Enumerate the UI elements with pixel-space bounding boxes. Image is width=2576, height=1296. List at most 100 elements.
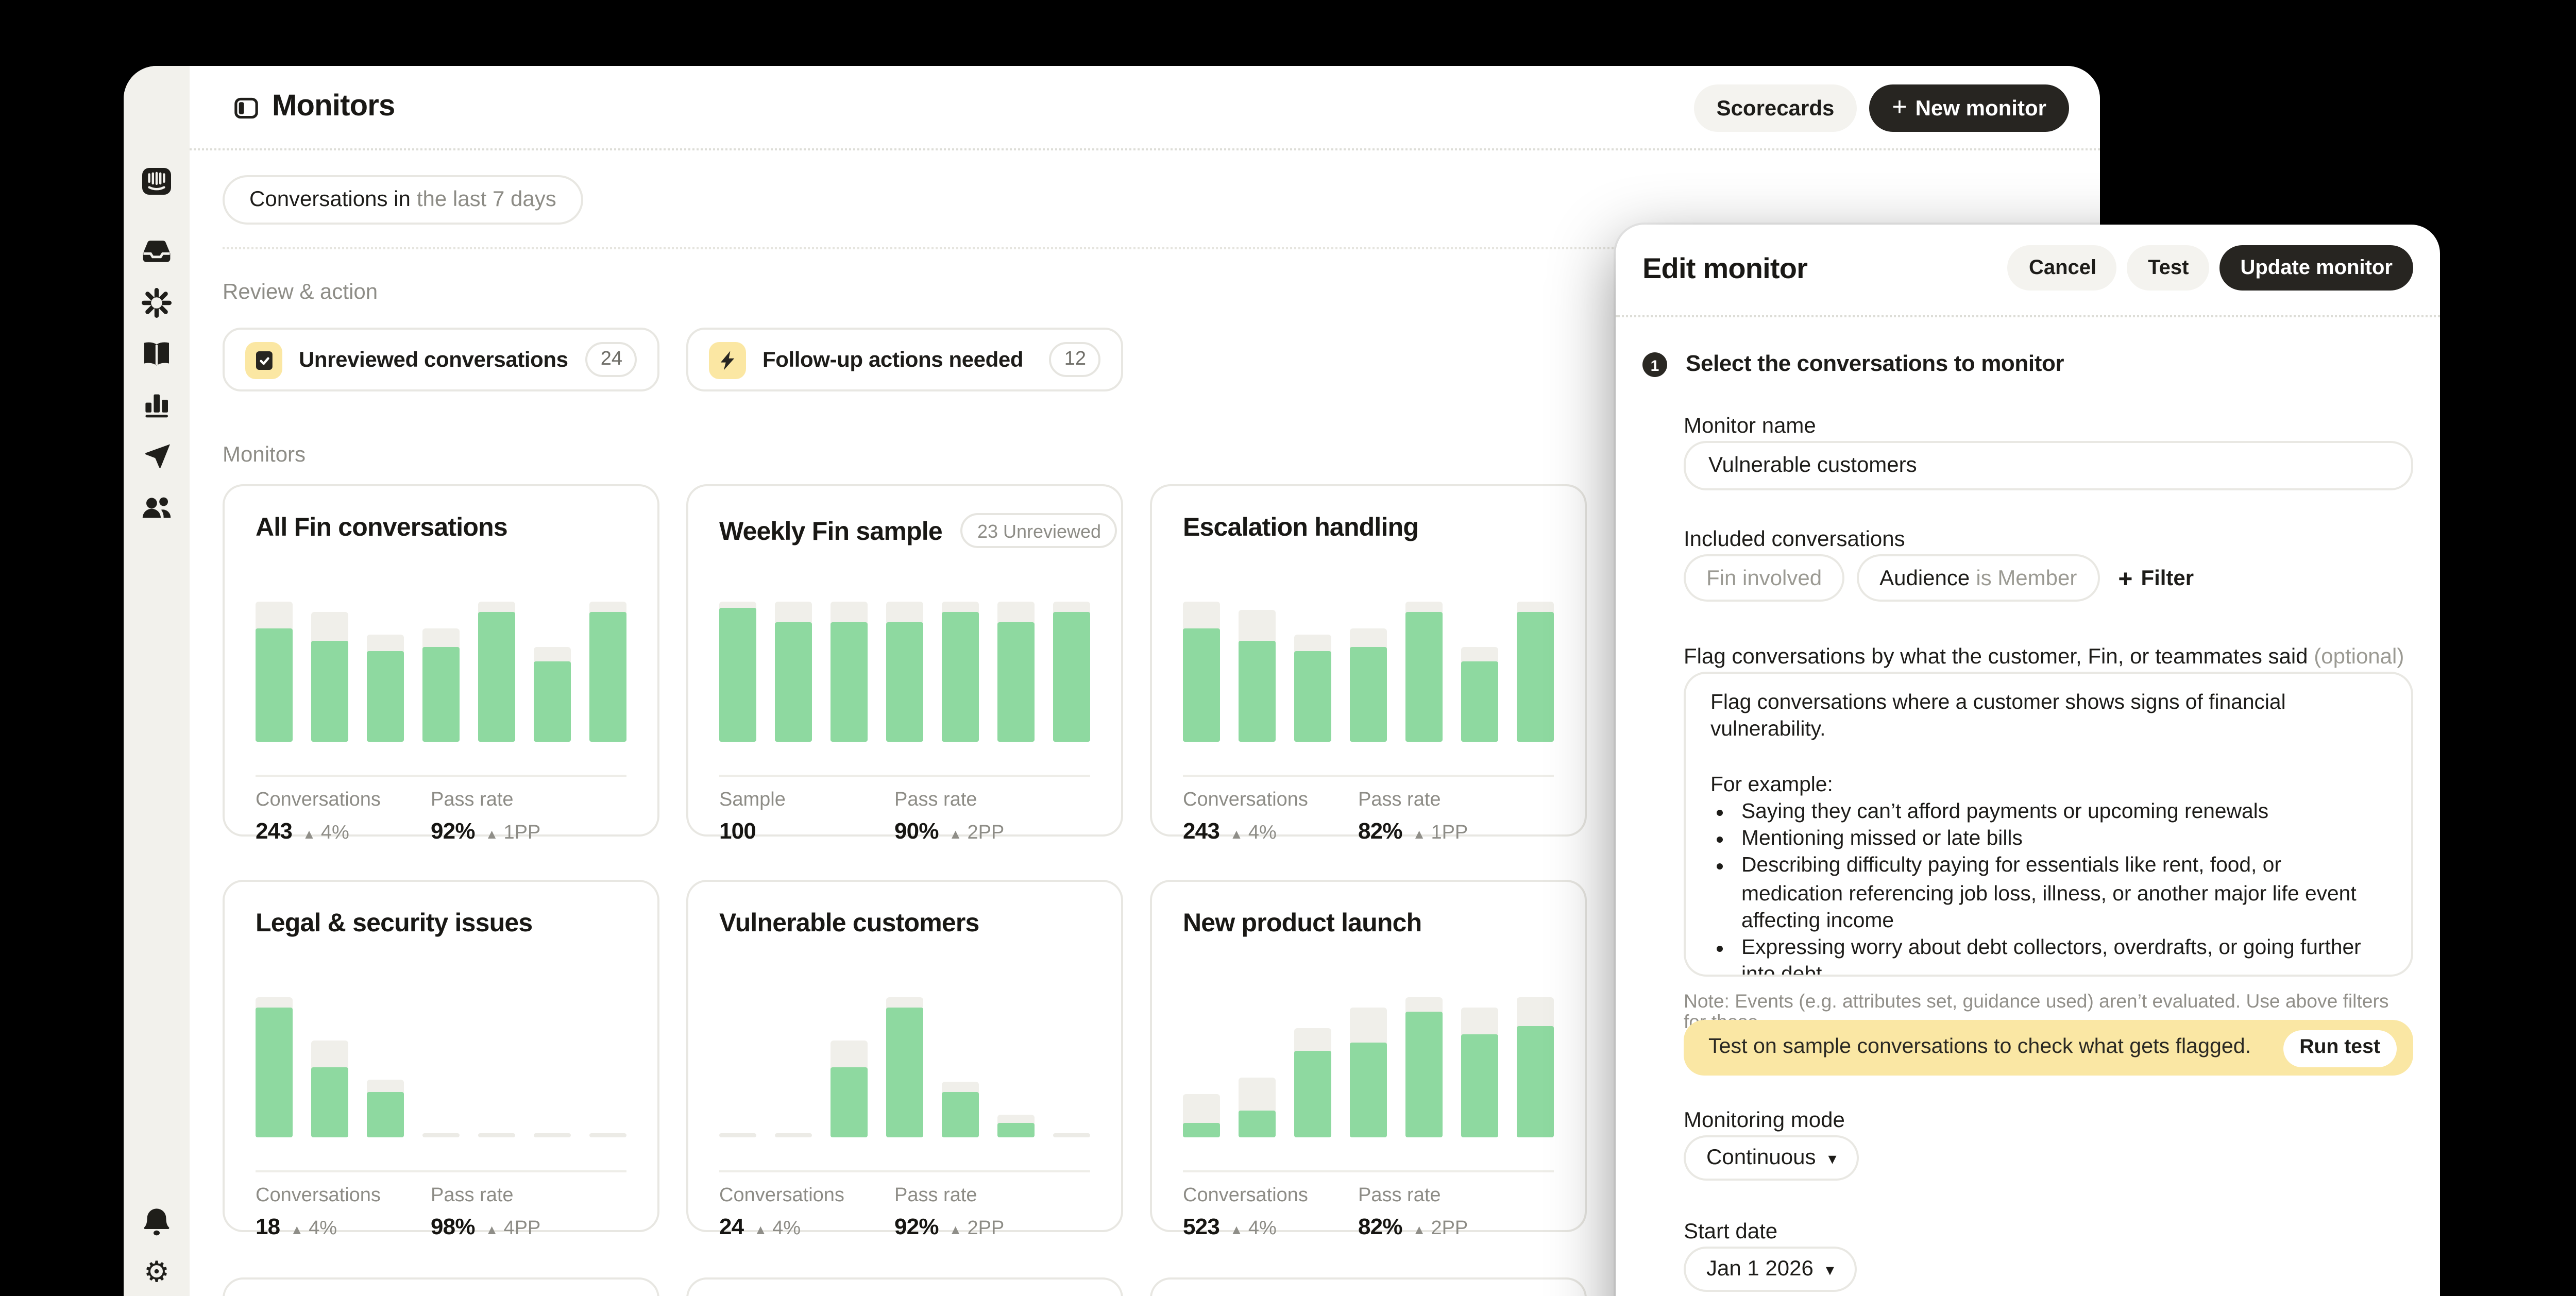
chevron-down-icon: ▾ [1826,1260,1834,1278]
add-filter-label: Filter [2141,566,2194,590]
monitor-stats: Conversations243▲4%Pass rate92%▲1PP [256,789,637,845]
monitor-card[interactable]: Weekly Fin sample23 UnreviewedSample100P… [686,484,1123,837]
divider [256,1170,626,1172]
included-filter-chip[interactable]: Fin involved [1684,554,1844,602]
action-card[interactable]: Follow-up actions needed12 [686,328,1123,391]
collapse-sidebar-icon[interactable] [233,95,260,122]
empty-bar-dash [1053,1132,1090,1137]
chip-segment: Fin involved [1706,566,1822,590]
test-banner-text: Test on sample conversations to check wh… [1708,1036,2251,1059]
screen: ⚙ Monitors Scorecards +New monitor Conve… [0,0,2576,1296]
stat-value: 243 [256,820,292,845]
monitor-bar-chart [1183,602,1554,742]
monitor-card[interactable]: Vulnerable customersConversations24▲4%Pa… [686,880,1123,1232]
bar-passed [1517,613,1554,742]
flag-bullets: Saying they can’t afford payments or upc… [1710,799,2386,977]
outbound-send-icon[interactable] [140,439,173,472]
intercom-logo-icon[interactable] [140,165,173,198]
monitor-card[interactable]: All Fin conversationsConversations243▲4%… [223,484,659,837]
stat-label: Conversations [1183,1185,1358,1207]
stat: Pass rate82%▲2PP [1358,1185,1533,1240]
triangle-up-icon: ▲ [485,828,499,843]
bar-passed [1405,1011,1443,1137]
divider [1183,1170,1554,1172]
empty-bar-dash [719,1132,756,1137]
bar [1239,602,1276,742]
monitor-card[interactable] [686,1277,1123,1296]
monitor-name-input[interactable] [1684,441,2413,490]
bar [367,602,404,742]
monitor-card[interactable]: New product launchConversations523▲4%Pas… [1150,880,1587,1232]
stat-delta: ▲1PP [1413,822,1468,845]
bar [997,997,1035,1137]
bar [367,997,404,1137]
monitor-stats: Conversations18▲4%Pass rate98%▲4PP [256,1185,637,1240]
stat-value-row: 523▲4% [1183,1216,1358,1240]
stat-delta-value: 2PP [967,1218,1004,1240]
bar [997,602,1035,742]
review-action-cards: Unreviewed conversations24 Follow-up acti… [223,328,1123,391]
stat-label: Sample [719,789,894,812]
knowledge-book-icon[interactable] [140,338,173,371]
monitor-card-title: Weekly Fin sample [719,516,942,545]
plus-icon: + [2118,564,2132,592]
bar-passed [256,1007,293,1137]
conversations-filter-chip[interactable]: Conversations in the last 7 days [223,175,583,225]
bar [1461,602,1498,742]
update-monitor-button[interactable]: Update monitor [2219,245,2413,291]
action-card[interactable]: Unreviewed conversations24 [223,328,659,391]
run-test-button[interactable]: Run test [2283,1029,2397,1066]
monitor-card[interactable]: Escalation handlingConversations243▲4%Pa… [1150,484,1587,837]
stat-value: 18 [256,1216,280,1240]
bar-passed [1461,660,1498,742]
bar [422,997,460,1137]
action-card-label: Unreviewed conversations [299,347,568,372]
included-filter-chip[interactable]: Audienceis Member [1857,554,2099,602]
stat: Pass rate98%▲4PP [431,1185,606,1240]
triangle-up-icon: ▲ [485,1224,499,1238]
test-button[interactable]: Test [2127,245,2209,291]
reports-icon[interactable] [140,387,173,420]
monitor-card[interactable] [223,1277,659,1296]
triangle-up-icon: ▲ [754,1224,767,1238]
stat-delta: ▲4% [290,1218,337,1240]
panel-title: Edit monitor [1642,251,1807,284]
bar [256,997,293,1137]
bar [942,602,979,742]
new-monitor-button[interactable]: +New monitor [1869,84,2069,132]
gear-glyph: ⚙ [144,1257,170,1286]
action-count-badge: 12 [1050,342,1100,377]
scorecards-button[interactable]: Scorecards [1694,84,1857,132]
stat-delta: ▲2PP [949,1218,1005,1240]
notifications-bell-icon[interactable] [140,1205,173,1238]
optional-hint: (optional) [2314,645,2404,670]
stat-value: 100 [719,820,756,845]
monitor-card[interactable] [1150,1277,1587,1296]
monitor-card-header: New product launch [1183,909,1556,937]
bar [1350,602,1387,742]
monitor-card[interactable]: Legal & security issuesConversations18▲4… [223,880,659,1232]
cancel-button[interactable]: Cancel [2008,245,2117,291]
unreviewed-badge: 23 Unreviewed [961,513,1117,548]
add-filter-button[interactable]: + Filter [2118,564,2194,592]
page-header: Monitors Scorecards +New monitor [190,66,2100,150]
edit-monitor-panel: Edit monitor Cancel Test Update monitor … [1616,225,2440,1296]
stat-value-row: 24▲4% [719,1216,894,1240]
start-date-dropdown[interactable]: Jan 1 2026 ▾ [1684,1247,1857,1292]
stat-label: Pass rate [431,1185,606,1207]
fin-ai-icon[interactable] [140,286,173,319]
settings-gear-icon[interactable]: ⚙ [140,1255,173,1288]
stat-delta-value: 2PP [1431,1218,1468,1240]
monitor-bar-chart [1183,997,1554,1137]
monitor-stats: Sample100Pass rate90%▲2PP [719,789,1100,845]
flag-description-textarea[interactable]: Flag conversations where a customer show… [1684,672,2413,977]
chip-segment: Audience [1879,566,1970,590]
monitor-card-header: All Fin conversations [256,513,629,542]
monitoring-mode-dropdown[interactable]: Continuous ▾ [1684,1135,1859,1181]
bar-passed [1517,1025,1554,1137]
stat-value: 92% [431,820,475,845]
contacts-people-icon[interactable] [140,490,173,523]
inbox-icon[interactable] [140,235,173,268]
bar-passed [719,609,756,742]
bar [311,997,348,1137]
